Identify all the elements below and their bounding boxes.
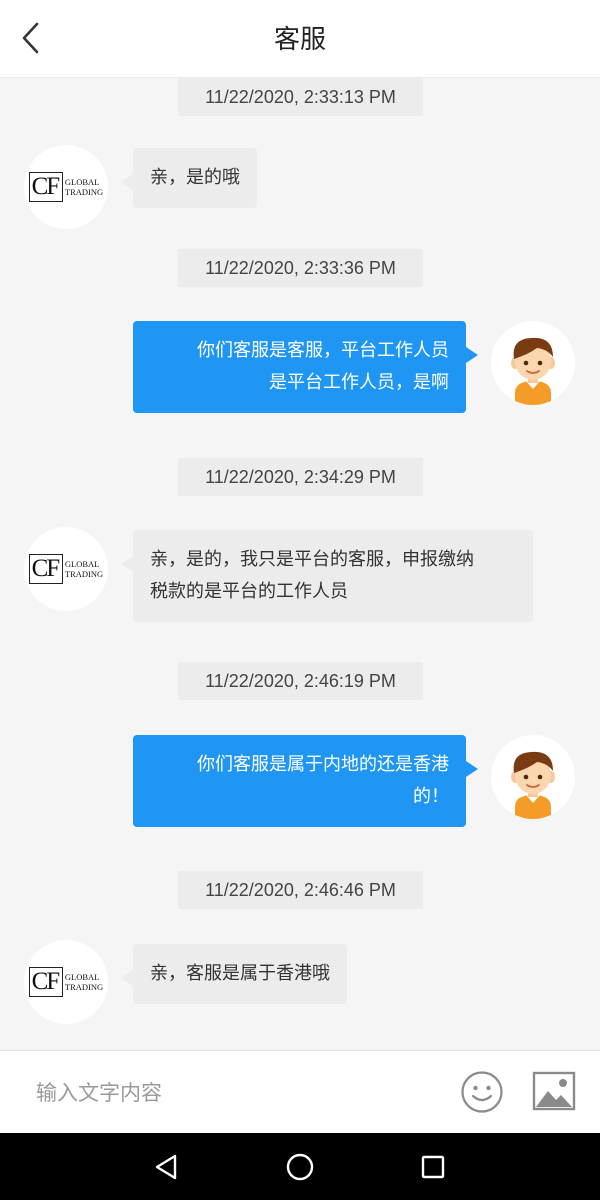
logo-text-line2: TRADING: [64, 187, 104, 197]
message-timestamp: 11/22/2020, 2:33:13 PM: [178, 78, 423, 116]
logo-text-line1: GLOBAL: [64, 972, 100, 982]
page-title: 客服: [273, 25, 326, 55]
agent-avatar[interactable]: CF GLOBAL TRADING: [24, 527, 108, 611]
system-home-button[interactable]: [282, 1149, 318, 1185]
system-back-button[interactable]: [148, 1149, 184, 1185]
image-icon: [532, 1071, 576, 1111]
agent-message-bubble[interactable]: 亲，是的，我只是平台的客服，申报缴纳 税款的是平台的工作人员: [121, 530, 533, 622]
recents-square-icon: [421, 1155, 445, 1179]
home-circle-icon: [286, 1153, 314, 1181]
system-navigation-bar: [0, 1133, 600, 1200]
agent-message-bubble[interactable]: 亲，是的哦: [121, 148, 257, 208]
message-text-line: 是平台工作人员，是啊: [269, 372, 449, 393]
smiley-icon: [461, 1071, 503, 1113]
boy-avatar-icon: [511, 337, 555, 405]
message-text-line: 的！: [413, 786, 449, 807]
user-avatar[interactable]: [491, 321, 575, 405]
logo-text-line1: GLOBAL: [64, 177, 100, 187]
user-message-bubble[interactable]: 你们客服是属于内地的还是香港 的！: [133, 735, 478, 827]
cf-global-trading-logo: CF GLOBAL TRADING: [28, 172, 104, 202]
logo-mark: CF: [28, 172, 63, 202]
logo-mark: CF: [28, 554, 63, 584]
message-text-line: 税款的是平台的工作人员: [150, 581, 348, 602]
message-timestamp: 11/22/2020, 2:33:36 PM: [178, 249, 423, 287]
back-triangle-icon: [155, 1154, 177, 1180]
message-timestamp: 11/22/2020, 2:46:46 PM: [178, 871, 423, 909]
image-button[interactable]: [532, 1071, 576, 1111]
user-message-bubble[interactable]: 你们客服是客服，平台工作人员 是平台工作人员，是啊: [133, 321, 478, 413]
cf-global-trading-logo: CF GLOBAL TRADING: [28, 554, 104, 584]
agent-avatar[interactable]: CF GLOBAL TRADING: [24, 145, 108, 229]
message-text-line: 亲，是的哦: [150, 167, 240, 188]
boy-avatar-icon: [511, 751, 555, 819]
logo-text-line2: TRADING: [64, 569, 104, 579]
logo-mark: CF: [28, 967, 63, 997]
logo-text-line2: TRADING: [64, 982, 104, 992]
chat-message-list[interactable]: 11/22/2020, 2:33:13 PM CF GLOBAL TRADING…: [0, 78, 600, 1050]
message-text-line: 你们客服是属于内地的还是香港: [197, 754, 449, 775]
message-text-line: 你们客服是客服，平台工作人员: [197, 340, 449, 361]
agent-avatar[interactable]: CF GLOBAL TRADING: [24, 940, 108, 1024]
message-timestamp: 11/22/2020, 2:34:29 PM: [178, 458, 423, 496]
logo-text-line1: GLOBAL: [64, 559, 100, 569]
emoji-button[interactable]: [460, 1070, 504, 1114]
user-avatar[interactable]: [491, 735, 575, 819]
message-text-line: 亲，是的，我只是平台的客服，申报缴纳: [150, 549, 474, 570]
message-input-bar: [0, 1050, 600, 1133]
agent-message-bubble[interactable]: 亲，客服是属于香港哦: [121, 944, 347, 1004]
cf-global-trading-logo: CF GLOBAL TRADING: [28, 967, 104, 997]
message-input[interactable]: [36, 1073, 436, 1113]
message-text-line: 亲，客服是属于香港哦: [150, 963, 330, 984]
system-recents-button[interactable]: [415, 1149, 451, 1185]
header-bar: 客服: [0, 0, 600, 78]
message-timestamp: 11/22/2020, 2:46:19 PM: [178, 662, 423, 700]
